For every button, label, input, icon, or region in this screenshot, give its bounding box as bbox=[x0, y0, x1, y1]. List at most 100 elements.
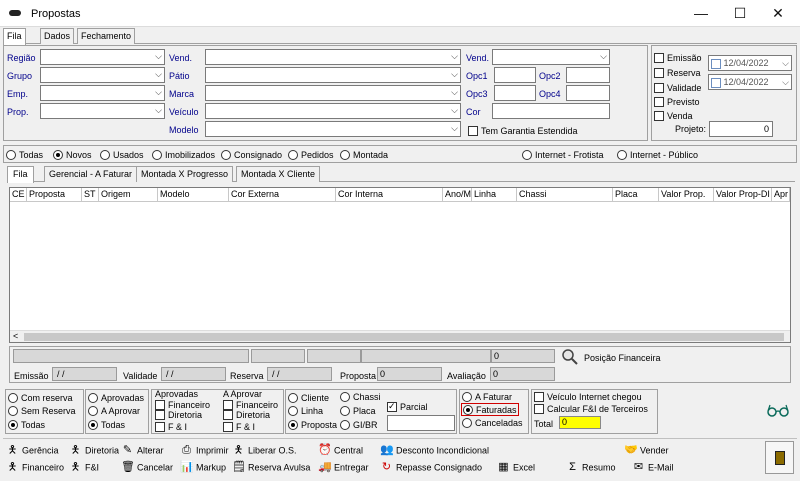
projeto-field[interactable]: 0 bbox=[709, 121, 773, 137]
column-header-placa[interactable]: Placa bbox=[613, 188, 659, 202]
column-header-proposta[interactable]: Proposta bbox=[27, 188, 82, 202]
veiculo-select[interactable]: ⌵ bbox=[205, 103, 461, 119]
alterar-button[interactable]: ✎ Alterar bbox=[121, 444, 164, 457]
grupo-select[interactable]: ⌵ bbox=[40, 67, 165, 83]
prop-select[interactable]: ⌵ bbox=[40, 103, 165, 119]
radio-usados[interactable]: Usados bbox=[100, 149, 144, 160]
radio-com-reserva[interactable]: Com reserva bbox=[8, 392, 73, 403]
minimize-button[interactable]: — bbox=[686, 4, 716, 24]
subtab-gerencial[interactable]: Gerencial - A Faturar bbox=[44, 166, 138, 182]
financeiro-button[interactable]: 🯅 Financeiro bbox=[6, 461, 64, 474]
check-aprovadas-fi[interactable]: F & I bbox=[155, 421, 187, 432]
horizontal-scrollbar[interactable]: < bbox=[10, 330, 790, 342]
date-to-picker[interactable]: 12/04/2022 ⌵ bbox=[708, 74, 792, 90]
marca-select[interactable]: ⌵ bbox=[205, 85, 461, 101]
maximize-button[interactable]: ☐ bbox=[725, 4, 755, 24]
emissao-checkbox[interactable]: Emissão bbox=[654, 52, 702, 63]
markup-button[interactable]: 📊 Markup bbox=[180, 461, 226, 474]
radio-todas[interactable]: Todas bbox=[6, 149, 43, 160]
reserva-checkbox[interactable]: Reserva bbox=[654, 67, 701, 78]
vender-button[interactable]: 🤝 Vender bbox=[624, 444, 669, 457]
column-header-linha[interactable]: Linha bbox=[472, 188, 517, 202]
column-header-st[interactable]: ST bbox=[82, 188, 99, 202]
column-header-ce[interactable]: CE bbox=[10, 188, 27, 202]
close-button[interactable]: ✕ bbox=[763, 4, 793, 24]
check-aprovadas-diretoria[interactable]: Diretoria bbox=[155, 409, 202, 420]
desconto-button[interactable]: 👥 Desconto Incondicional bbox=[380, 444, 489, 457]
emp-select[interactable]: ⌵ bbox=[40, 85, 165, 101]
column-header-valor-prop[interactable]: Valor Prop. bbox=[659, 188, 714, 202]
entregar-button[interactable]: 🚚 Entregar bbox=[318, 461, 369, 474]
radio-a-aprovar[interactable]: A Aprovar bbox=[88, 405, 140, 416]
radio-cliente[interactable]: Cliente bbox=[288, 392, 329, 403]
opc2-field[interactable] bbox=[566, 67, 610, 83]
cancelar-button[interactable]: 🗑 Cancelar bbox=[121, 461, 173, 474]
scroll-thumb[interactable] bbox=[24, 333, 784, 341]
date-from-picker[interactable]: 12/04/2022 ⌵ bbox=[708, 55, 792, 71]
posicao-financeira-link[interactable]: Posição Financeira bbox=[584, 353, 661, 363]
reserva-avulsa-button[interactable]: 🗒 Reserva Avulsa bbox=[232, 461, 310, 474]
column-header-cor-interna[interactable]: Cor Interna bbox=[336, 188, 443, 202]
check-aaprovar-diretoria[interactable]: Diretoria bbox=[223, 409, 270, 420]
radio-gibr[interactable]: GI/BR bbox=[340, 419, 378, 430]
glasses-icon[interactable] bbox=[766, 403, 790, 417]
column-header-ano[interactable]: Ano/M bbox=[443, 188, 472, 202]
veiculo-internet-checkbox[interactable]: Veículo Internet chegou bbox=[534, 391, 642, 402]
calcular-fi-checkbox[interactable]: Calcular F&I de Terceiros bbox=[534, 403, 648, 414]
radio-proposta[interactable]: Proposta bbox=[288, 419, 337, 430]
radio-linha[interactable]: Linha bbox=[288, 405, 323, 416]
radio-aprovadas[interactable]: Aprovadas bbox=[88, 392, 144, 403]
parcial-checkbox[interactable]: ✓ Parcial bbox=[387, 401, 428, 412]
gerencia-button[interactable]: 🯅 Gerência bbox=[6, 444, 59, 457]
radio-canceladas[interactable]: Canceladas bbox=[462, 417, 523, 428]
liberar-os-button[interactable]: 🯅 Liberar O.S. bbox=[232, 444, 297, 457]
column-header-origem[interactable]: Origem bbox=[99, 188, 158, 202]
column-header-cor-externa[interactable]: Cor Externa bbox=[229, 188, 336, 202]
tab-fila[interactable]: Fila bbox=[3, 28, 26, 45]
patio-select[interactable]: ⌵ bbox=[205, 67, 461, 83]
modelo-select[interactable]: ⌵ bbox=[205, 121, 461, 137]
fi-button[interactable]: 🯅 F&I bbox=[69, 461, 99, 474]
tab-dados[interactable]: Dados bbox=[40, 28, 75, 44]
radio-faturadas[interactable]: Faturadas bbox=[461, 403, 519, 416]
tem-garantia-checkbox[interactable]: Tem Garantia Estendida bbox=[468, 125, 578, 136]
repasse-button[interactable]: ↻ Repasse Consignado bbox=[380, 461, 482, 474]
radio-sem-reserva[interactable]: Sem Reserva bbox=[8, 405, 76, 416]
vend2-select[interactable]: ⌵ bbox=[492, 49, 610, 65]
radio-imobilizados[interactable]: Imobilizados bbox=[152, 149, 215, 160]
proposals-grid[interactable]: CE Proposta ST Origem Modelo Cor Externa… bbox=[9, 187, 791, 343]
column-header-modelo[interactable]: Modelo bbox=[158, 188, 229, 202]
radio-chassi[interactable]: Chassi bbox=[340, 391, 381, 402]
check-aaprovar-fi[interactable]: F & I bbox=[223, 421, 255, 432]
central-button[interactable]: ⏰ Central bbox=[318, 444, 363, 457]
exit-button[interactable] bbox=[765, 441, 794, 474]
tab-fechamento[interactable]: Fechamento bbox=[77, 28, 136, 44]
validade-checkbox[interactable]: Validade bbox=[654, 82, 701, 93]
column-header-chassi[interactable]: Chassi bbox=[517, 188, 613, 202]
regiao-select[interactable]: ⌵ bbox=[40, 49, 165, 65]
email-button[interactable]: ✉ E-Mail bbox=[632, 461, 674, 474]
excel-button[interactable]: ▦ Excel bbox=[497, 461, 535, 474]
opc4-field[interactable] bbox=[566, 85, 610, 101]
previsto-checkbox[interactable]: Previsto bbox=[654, 96, 700, 107]
opc1-field[interactable] bbox=[494, 67, 536, 83]
radio-a-faturar[interactable]: A Faturar bbox=[462, 391, 512, 402]
opc3-field[interactable] bbox=[494, 85, 536, 101]
radio-consignado[interactable]: Consignado bbox=[221, 149, 282, 160]
scroll-left-icon[interactable]: < bbox=[13, 331, 18, 341]
subtab-montada-cliente[interactable]: Montada X Cliente bbox=[236, 166, 321, 182]
radio-novos[interactable]: Novos bbox=[53, 149, 92, 160]
radio-montada[interactable]: Montada bbox=[340, 149, 388, 160]
column-header-valor-prop-di[interactable]: Valor Prop-DI bbox=[714, 188, 772, 202]
cor-field[interactable] bbox=[492, 103, 610, 119]
resumo-button[interactable]: Σ Resumo bbox=[566, 461, 615, 474]
column-header-apr[interactable]: Apr bbox=[772, 188, 790, 202]
subtab-montada-progresso[interactable]: Montada X Progresso bbox=[136, 166, 234, 182]
venda-checkbox[interactable]: Venda bbox=[654, 110, 693, 121]
radio-placa[interactable]: Placa bbox=[340, 405, 376, 416]
radio-reserva-todas[interactable]: Todas bbox=[8, 419, 45, 430]
vend-select[interactable]: ⌵ bbox=[205, 49, 461, 65]
radio-pedidos[interactable]: Pedidos bbox=[288, 149, 334, 160]
diretoria-button[interactable]: 🯅 Diretoria bbox=[69, 444, 119, 457]
radio-internet-publico[interactable]: Internet - Público bbox=[617, 149, 698, 160]
